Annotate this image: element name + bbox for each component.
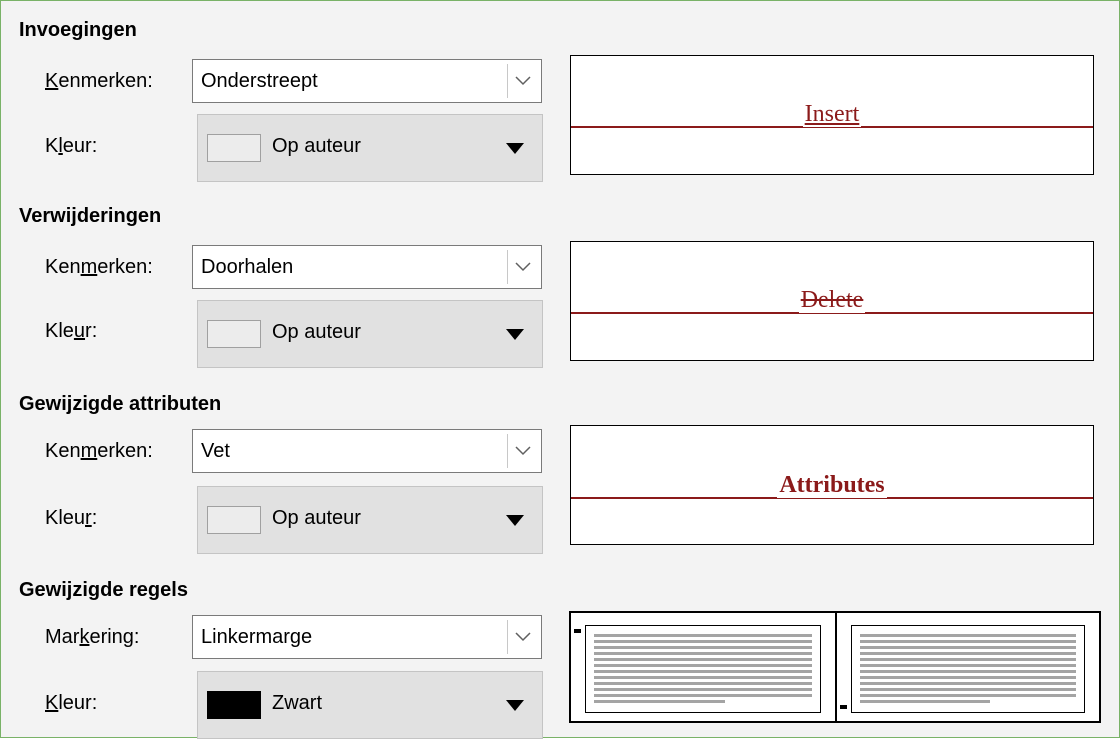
triangle-down-icon <box>506 700 524 711</box>
chevron-down-icon[interactable] <box>507 250 537 284</box>
triangle-down-icon <box>506 329 524 340</box>
chevron-down-icon[interactable] <box>507 434 537 468</box>
lines-marking-label: Markering: <box>45 626 140 648</box>
page-text-block <box>851 625 1085 713</box>
insertions-color-button[interactable]: Op auteur <box>197 114 543 182</box>
section-title-changed-lines: Gewijzigde regels <box>19 579 188 601</box>
lines-color-value: Zwart <box>272 692 322 714</box>
attributes-attributes-value: Vet <box>201 440 230 462</box>
attributes-attributes-select[interactable]: Vet <box>192 429 542 473</box>
chevron-down-icon[interactable] <box>507 64 537 98</box>
preview-page-right <box>835 611 1101 723</box>
deletions-preview-text: Delete <box>798 287 866 313</box>
insertions-color-value: Op auteur <box>272 135 361 157</box>
attributes-color-button[interactable]: Op auteur <box>197 486 543 554</box>
chevron-down-icon[interactable] <box>507 620 537 654</box>
lines-color-label: Kleur: <box>45 692 98 714</box>
color-swatch <box>207 134 261 162</box>
insertions-attributes-select[interactable]: Onderstreept <box>192 59 542 103</box>
change-bar-marker <box>840 705 847 709</box>
triangle-down-icon <box>506 515 524 526</box>
deletions-color-label: Kleur: <box>45 320 98 342</box>
lines-marking-value: Linkermarge <box>201 626 313 648</box>
color-swatch-black <box>207 691 261 719</box>
deletions-attributes-value: Doorhalen <box>201 256 294 278</box>
change-bar-marker <box>574 629 581 633</box>
insertions-attributes-value: Onderstreept <box>201 70 318 92</box>
attributes-attributes-label: Kenmerken: <box>45 440 153 462</box>
section-title-deletions: Verwijderingen <box>19 205 162 227</box>
deletions-color-button[interactable]: Op auteur <box>197 300 543 368</box>
section-title-changed-attributes: Gewijzigde attributen <box>19 393 222 415</box>
preview-page-left <box>569 611 837 723</box>
attributes-color-label: Kleur: <box>45 507 98 529</box>
section-title-insertions: Invoegingen <box>19 19 137 41</box>
deletions-attributes-select[interactable]: Doorhalen <box>192 245 542 289</box>
insertions-preview-text: Insert <box>802 101 862 127</box>
deletions-attributes-label: Kenmerken: <box>45 256 153 278</box>
insertions-color-label: Kleur: <box>45 135 98 157</box>
attributes-color-value: Op auteur <box>272 507 361 529</box>
deletions-preview: Delete <box>570 241 1094 361</box>
attributes-preview: Attributes <box>570 425 1094 545</box>
triangle-down-icon <box>506 143 524 154</box>
insertions-preview: Insert <box>570 55 1094 175</box>
lines-color-button[interactable]: Zwart <box>197 671 543 739</box>
color-swatch <box>207 320 261 348</box>
page-text-block <box>585 625 821 713</box>
attributes-preview-text: Attributes <box>777 472 887 498</box>
insertions-attributes-label: Kenmerken: <box>45 70 153 92</box>
lines-marking-select[interactable]: Linkermarge <box>192 615 542 659</box>
color-swatch <box>207 506 261 534</box>
deletions-color-value: Op auteur <box>272 321 361 343</box>
dialog-panel: Invoegingen Kenmerken: Onderstreept Kleu… <box>0 0 1120 739</box>
changed-lines-preview <box>569 611 1101 723</box>
